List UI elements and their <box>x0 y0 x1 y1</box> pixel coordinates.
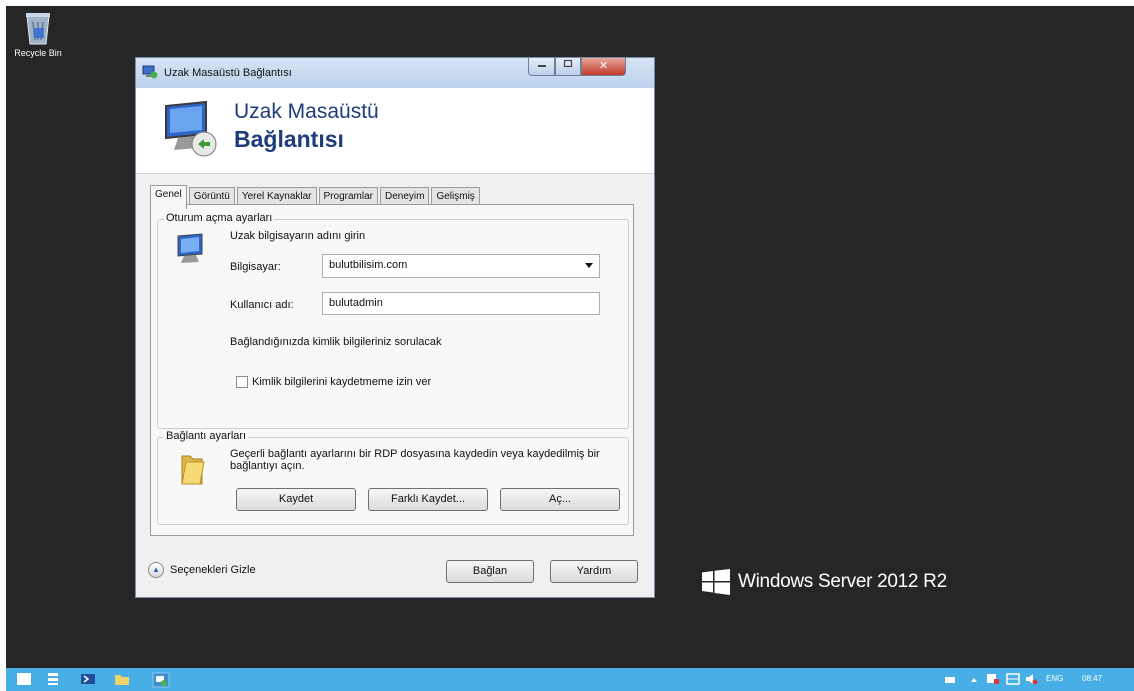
minimize-icon <box>537 65 546 67</box>
tab-general[interactable]: Genel <box>150 185 187 209</box>
computer-name-prompt: Uzak bilgisayarın adını girin <box>230 230 366 242</box>
save-credentials-checkbox[interactable] <box>236 376 248 388</box>
rdp-app-icon <box>142 65 158 79</box>
logon-settings-title: Oturum açma ayarları <box>164 212 275 224</box>
tab-strip: Genel Görüntü Yerel Kaynaklar Programlar… <box>150 185 482 209</box>
chevron-up-icon: ▲ <box>148 562 164 578</box>
computer-value: bulutbilisim.com <box>329 259 408 271</box>
connection-settings-title: Bağlantı ayarları <box>164 430 249 442</box>
windows-server-brand: Windows Server 2012 R2 <box>702 569 947 595</box>
remote-desktop-monitor-icon <box>165 100 217 157</box>
connect-button[interactable]: Bağlan <box>446 560 534 583</box>
save-credentials-label[interactable]: Kimlik bilgilerini kaydetmeme izin ver <box>252 376 431 388</box>
close-icon: ✕ <box>598 60 609 72</box>
remote-desktop-taskbar-icon[interactable] <box>152 672 170 688</box>
credentials-note: Bağlandığınızda kimlik bilgileriniz soru… <box>230 336 442 348</box>
clock[interactable]: 08:47 <box>1082 674 1102 683</box>
banner-title-line1: Uzak Masaüstü <box>234 100 379 123</box>
save-as-button[interactable]: Farklı Kaydet... <box>368 488 488 511</box>
logon-settings-group: Oturum açma ayarları Uzak bilgisayarın a… <box>157 212 629 429</box>
windows-logo-icon <box>702 569 730 595</box>
username-field[interactable]: bulutadmin <box>322 292 600 315</box>
brand-text: Windows Server 2012 R2 <box>738 571 947 592</box>
window-title: Uzak Masaüstü Bağlantısı <box>164 67 292 79</box>
maximize-button[interactable] <box>555 58 581 76</box>
powershell-icon[interactable] <box>80 672 96 686</box>
chevron-down-icon[interactable] <box>585 263 593 268</box>
keyboard-icon[interactable] <box>1006 672 1020 686</box>
connection-settings-group: Bağlantı ayarları Geçerli bağlantı ayarl… <box>157 430 629 525</box>
remote-desktop-dialog: Uzak Masaüstü Bağlantısı ✕ Uzak Masaüstü… <box>135 57 655 598</box>
computer-icon <box>177 233 203 263</box>
file-explorer-icon[interactable] <box>114 672 130 686</box>
action-center-icon[interactable] <box>944 675 956 685</box>
desktop-icon-recycle-bin[interactable]: Recycle Bin <box>10 10 66 58</box>
general-tab-panel: Oturum açma ayarları Uzak bilgisayarın a… <box>150 204 634 536</box>
hide-options-toggle[interactable]: ▲ Seçenekleri Gizle <box>148 562 256 578</box>
save-button[interactable]: Kaydet <box>236 488 356 511</box>
maximize-icon <box>563 59 573 68</box>
connection-settings-description: Geçerli bağlantı ayarlarını bir RDP dosy… <box>230 448 600 472</box>
computer-combobox[interactable]: bulutbilisim.com <box>322 254 600 278</box>
hide-options-label: Seçenekleri Gizle <box>170 564 256 576</box>
show-hidden-icons-icon[interactable] <box>970 677 978 683</box>
minimize-button[interactable] <box>528 58 555 76</box>
volume-icon[interactable] <box>1024 672 1038 686</box>
language-indicator[interactable]: ENG <box>1046 674 1063 683</box>
computer-label: Bilgisayar: <box>230 261 281 273</box>
open-button[interactable]: Aç... <box>500 488 620 511</box>
start-icon[interactable] <box>16 672 32 686</box>
server-manager-icon[interactable] <box>46 672 62 686</box>
banner-title-line2: Bağlantısı <box>234 126 344 152</box>
dialog-footer: ▲ Seçenekleri Gizle Bağlan Yardım <box>136 548 654 596</box>
recycle-bin-label: Recycle Bin <box>14 48 62 58</box>
taskbar: ENG 08:47 <box>6 668 1134 691</box>
title-bar[interactable]: Uzak Masaüstü Bağlantısı ✕ <box>136 58 654 88</box>
dialog-banner: Uzak Masaüstü Bağlantısı <box>136 88 654 174</box>
username-label: Kullanıcı adı: <box>230 299 294 311</box>
recycle-bin-icon <box>26 13 50 45</box>
close-button[interactable]: ✕ <box>581 58 626 76</box>
help-button[interactable]: Yardım <box>550 560 638 583</box>
folder-icon <box>181 455 205 485</box>
username-value: bulutadmin <box>329 297 383 309</box>
network-icon[interactable] <box>986 672 1000 686</box>
